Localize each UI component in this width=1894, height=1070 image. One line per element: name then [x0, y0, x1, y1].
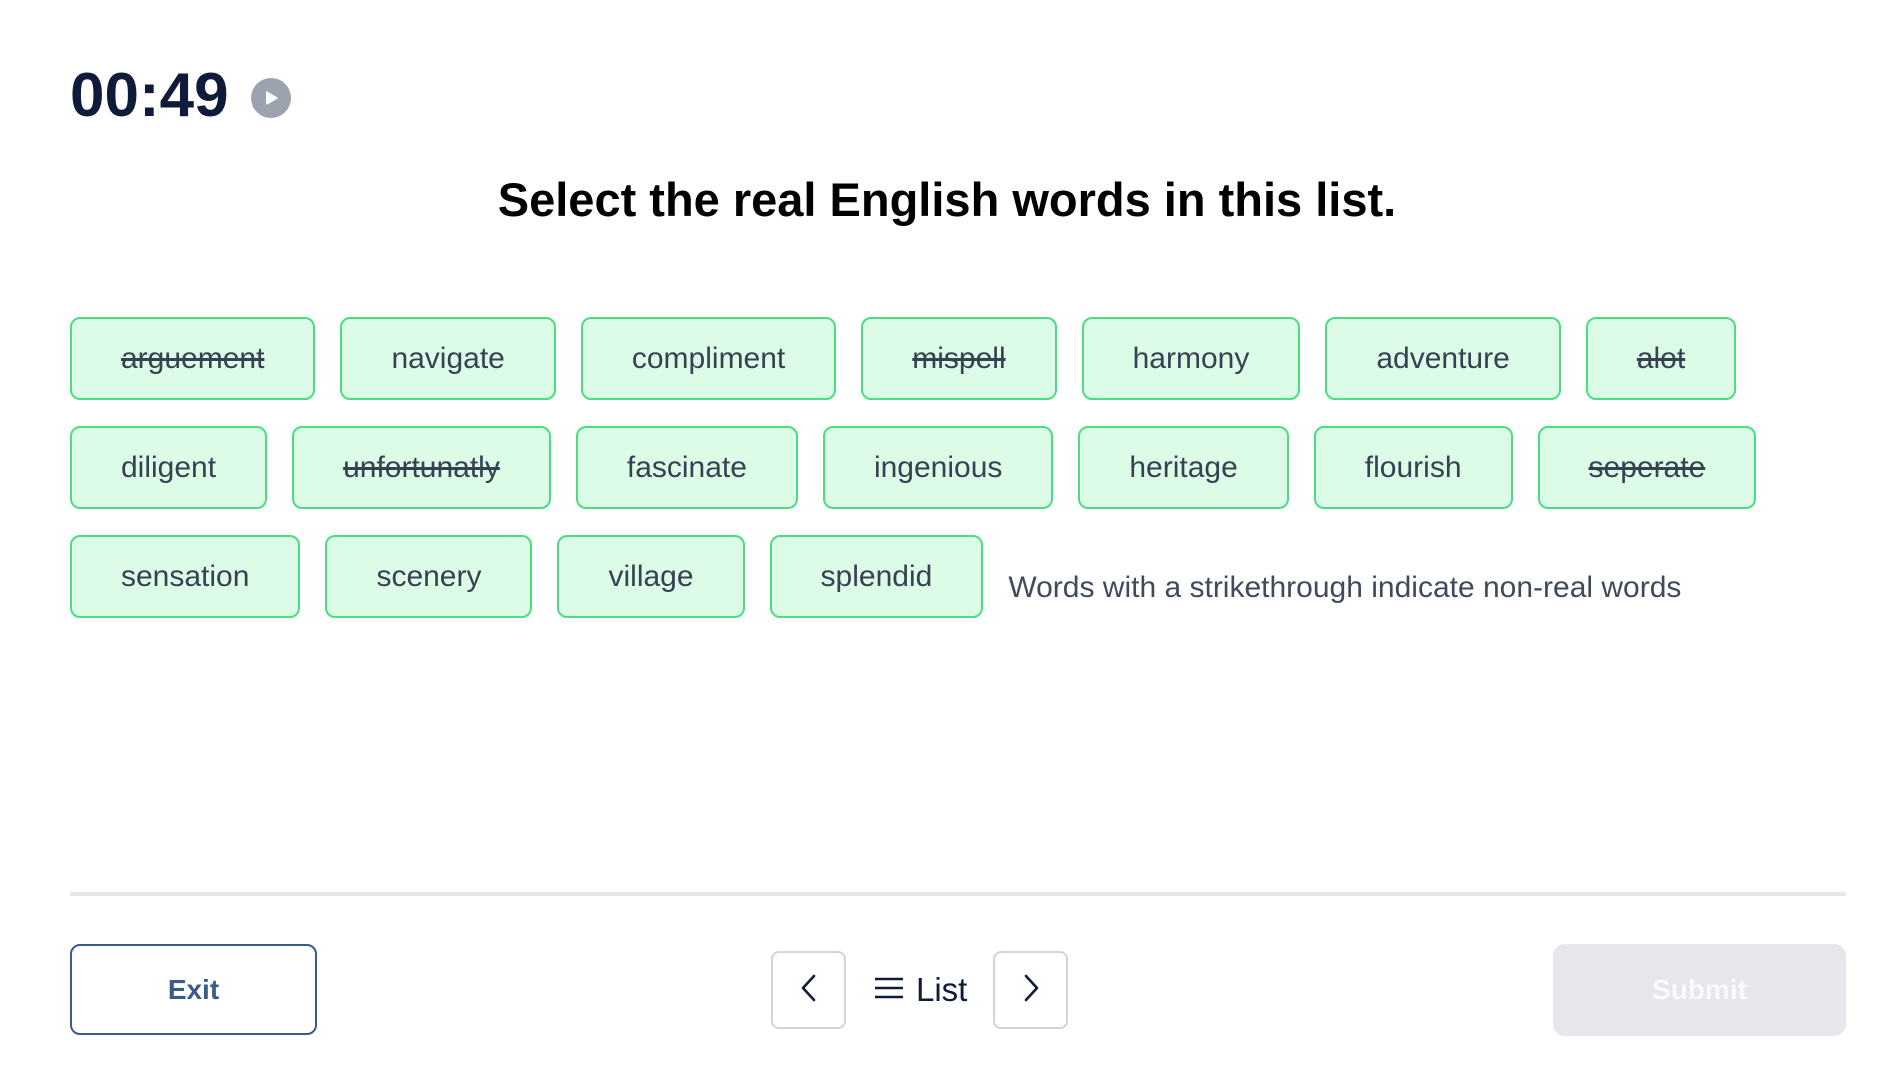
word-chip[interactable]: diligent [70, 426, 268, 509]
word-chip-label: navigate [391, 341, 505, 375]
word-chip-label: village [608, 559, 694, 593]
next-button[interactable] [993, 951, 1069, 1029]
word-chip[interactable]: unfortunatly [292, 426, 551, 509]
hamburger-menu-icon [874, 976, 904, 1005]
play-button[interactable] [250, 78, 291, 118]
word-chip[interactable]: harmony [1081, 317, 1301, 400]
word-chip[interactable]: village [557, 535, 745, 618]
footer-divider [70, 892, 1846, 896]
word-chip[interactable]: fascinate [575, 426, 798, 509]
word-chip-label: fascinate [626, 450, 747, 484]
word-chip[interactable]: adventure [1325, 317, 1561, 400]
play-circle-icon [261, 88, 281, 108]
word-chip[interactable]: scenery [325, 535, 533, 618]
timer-display: 00:49 [70, 61, 229, 130]
word-chip[interactable]: splendid [769, 535, 984, 618]
word-chip[interactable]: seperate [1537, 426, 1757, 509]
chevron-right-icon [1019, 972, 1043, 1009]
word-chip-label: unfortunatly [343, 450, 500, 484]
word-chip-label: mispell [912, 341, 1006, 375]
previous-button[interactable] [771, 951, 846, 1029]
word-chip[interactable]: compliment [580, 317, 837, 400]
word-chip[interactable]: alot [1585, 317, 1737, 400]
word-chip-label: ingenious [873, 450, 1003, 484]
timer-row: 00:49 [70, 60, 291, 132]
word-chip-label: scenery [376, 559, 482, 593]
word-chip-label: adventure [1376, 341, 1510, 375]
submit-button[interactable]: Submit [1553, 944, 1846, 1036]
word-chip[interactable]: sensation [70, 535, 301, 618]
exit-button[interactable]: Exit [70, 944, 317, 1035]
word-chip-label: diligent [121, 450, 217, 484]
word-chip-label: flourish [1364, 450, 1462, 484]
question-pager: List [771, 951, 1069, 1029]
word-chip[interactable]: heritage [1078, 426, 1289, 509]
word-chip[interactable]: flourish [1313, 426, 1513, 509]
word-chip-label: heritage [1129, 450, 1238, 484]
word-chip-label: alot [1636, 341, 1686, 375]
word-chip[interactable]: arguement [70, 317, 316, 400]
list-label: List [916, 971, 968, 1008]
word-chip[interactable]: mispell [861, 317, 1057, 400]
word-chip[interactable]: navigate [340, 317, 556, 400]
chevron-left-icon [797, 972, 821, 1009]
word-chip-label: harmony [1132, 341, 1250, 375]
word-list: arguement navigate compliment mispell harmon… [70, 317, 1860, 618]
word-chip-label: arguement [121, 341, 265, 375]
strikethrough-note: Words with a strikethrough indicate non-… [1008, 570, 1682, 604]
word-chip-label: sensation [121, 559, 250, 593]
question-title: Select the real English words in this li… [497, 173, 1397, 226]
list-toggle-button[interactable]: List [846, 951, 993, 1029]
word-chip-label: seperate [1588, 450, 1706, 484]
word-chip-label: splendid [820, 559, 933, 593]
word-chip[interactable]: ingenious [822, 426, 1054, 509]
word-chip-label: compliment [631, 341, 786, 375]
